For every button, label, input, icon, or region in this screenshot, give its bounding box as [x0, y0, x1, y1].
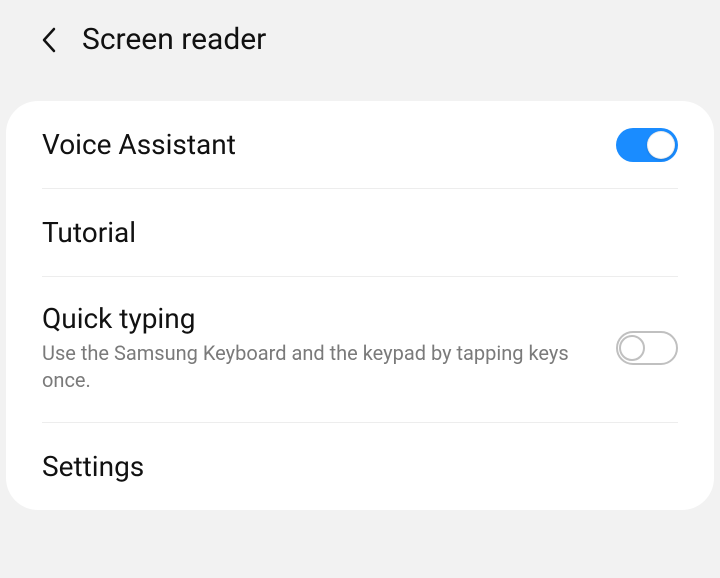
row-text: Voice Assistant [42, 127, 616, 162]
row-text: Tutorial [42, 215, 678, 250]
tutorial-title: Tutorial [42, 215, 658, 250]
tutorial-row[interactable]: Tutorial [42, 189, 678, 277]
voice-assistant-title: Voice Assistant [42, 127, 596, 162]
row-text: Settings [42, 449, 678, 484]
settings-row[interactable]: Settings [42, 423, 678, 510]
page-title: Screen reader [82, 22, 266, 57]
header: Screen reader [0, 0, 720, 79]
quick-typing-title: Quick typing [42, 301, 596, 336]
voice-assistant-row[interactable]: Voice Assistant [42, 101, 678, 189]
quick-typing-row[interactable]: Quick typing Use the Samsung Keyboard an… [42, 277, 678, 423]
toggle-knob [619, 335, 645, 361]
settings-card: Voice Assistant Tutorial Quick typing Us… [6, 101, 714, 510]
voice-assistant-toggle[interactable] [616, 128, 678, 162]
row-text: Quick typing Use the Samsung Keyboard an… [42, 301, 616, 394]
settings-title: Settings [42, 449, 658, 484]
quick-typing-desc: Use the Samsung Keyboard and the keypad … [42, 340, 596, 394]
toggle-knob [647, 131, 675, 159]
back-icon[interactable] [38, 29, 60, 51]
quick-typing-toggle[interactable] [616, 331, 678, 365]
